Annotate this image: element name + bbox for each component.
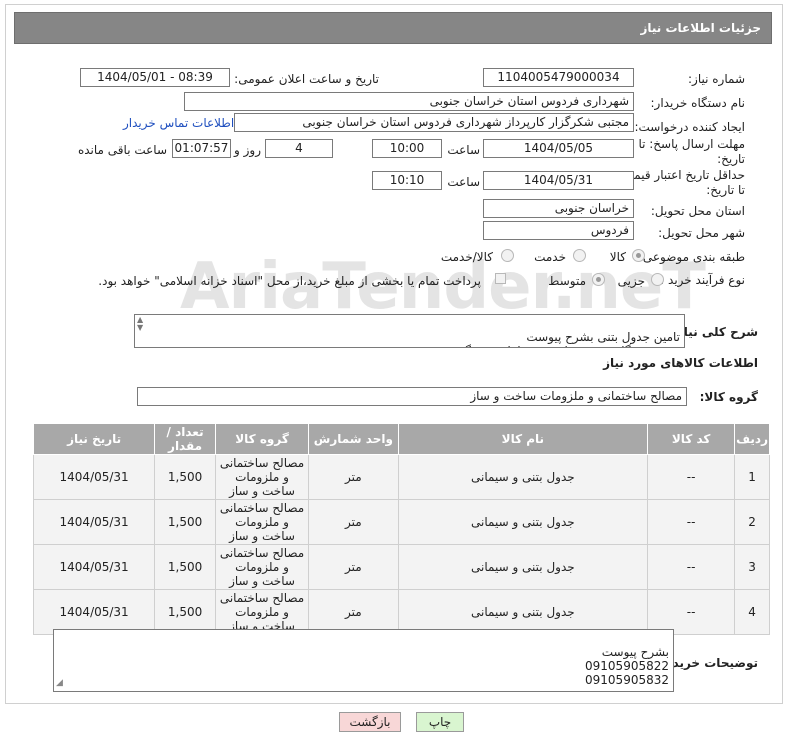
col-need-date: تاریخ نیاز <box>32 423 156 455</box>
cell-need-date: 1404/05/31 <box>32 589 156 635</box>
category-radio-goods[interactable] <box>632 249 645 262</box>
cell-need-date: 1404/05/31 <box>32 544 156 590</box>
cell-quantity: 1,500 <box>154 499 216 545</box>
cell-quantity: 1,500 <box>154 589 216 635</box>
table-header-row: ردیف کد کالا نام کالا واحد شمارش گروه کا… <box>32 423 770 455</box>
cell-row-number: 4 <box>734 589 770 635</box>
category-radio-goods-service[interactable] <box>501 249 514 262</box>
remaining-label: ساعت باقی مانده <box>77 143 167 157</box>
announce-field[interactable]: 1404/05/01 - 08:39 <box>80 68 230 87</box>
cell-item-group: مصالح ساختمانی و ملزومات ساخت و ساز <box>214 544 310 590</box>
process-radio-minor[interactable] <box>651 273 664 286</box>
print-button[interactable]: چاپ <box>416 712 464 732</box>
deadline-label-2: تاریخ: <box>717 152 745 166</box>
buyer-notes-textarea[interactable]: بشرح پیوست 09105905822 09105905832 ◢ <box>53 629 674 692</box>
resize-handle-icon[interactable]: ◢ <box>56 676 63 690</box>
col-quantity: تعداد / مقدار <box>154 423 216 455</box>
cell-item-name: جدول بتنی و سیمانی <box>397 454 649 500</box>
category-option-goods: کالا <box>609 250 626 264</box>
cell-item-group: مصالح ساختمانی و ملزومات ساخت و ساز <box>214 589 310 635</box>
cell-row-number: 3 <box>734 544 770 590</box>
deadline-date-field[interactable]: 1404/05/05 <box>483 139 634 158</box>
announce-label: تاریخ و ساعت اعلان عمومی: <box>234 72 379 86</box>
treasury-payment-checkbox[interactable] <box>495 273 506 284</box>
creator-label: ایجاد کننده درخواست: <box>634 120 745 134</box>
validity-time-label: ساعت <box>447 175 480 189</box>
cell-item-group: مصالح ساختمانی و ملزومات ساخت و ساز <box>214 499 310 545</box>
process-radio-medium[interactable] <box>592 273 605 286</box>
cell-unit: متر <box>308 589 399 635</box>
cell-item-name: جدول بتنی و سیمانی <box>397 544 649 590</box>
cell-item-code: -- <box>647 499 736 545</box>
days-label: روز و <box>234 143 261 157</box>
validity-date-field[interactable]: 1404/05/31 <box>483 171 634 190</box>
creator-field[interactable]: مجتبی شکرگزار کارپرداز شهرداری فردوس است… <box>234 113 634 132</box>
watermark: AriaTender.neT <box>180 250 706 324</box>
validity-label-2: تا تاریخ: <box>706 183 745 197</box>
summary-textarea[interactable]: تامین جدول بتنی بشرح پیوست توجه:درهنگام … <box>134 314 685 348</box>
process-label: نوع فرآیند خرید : <box>660 273 745 287</box>
page-title: جزئیات اطلاعات نیاز <box>640 21 761 35</box>
deadline-time-label: ساعت <box>447 143 480 157</box>
province-field[interactable]: خراسان جنوبی <box>483 199 634 218</box>
deadline-time-field[interactable]: 10:00 <box>372 139 442 158</box>
contact-info-link[interactable]: اطلاعات تماس خریدار <box>123 116 234 130</box>
cell-quantity: 1,500 <box>154 454 216 500</box>
cell-item-name: جدول بتنی و سیمانی <box>397 499 649 545</box>
table-row: 1 -- جدول بتنی و سیمانی متر مصالح ساختما… <box>32 454 770 500</box>
process-option-medium: متوسط <box>548 274 586 288</box>
province-label: استان محل تحویل: <box>650 204 745 218</box>
cell-unit: متر <box>308 499 399 545</box>
col-unit: واحد شمارش <box>308 423 399 455</box>
cell-row-number: 2 <box>734 499 770 545</box>
goods-group-field[interactable]: مصالح ساختمانی و ملزومات ساخت و ساز <box>137 387 687 406</box>
cell-item-code: -- <box>647 589 736 635</box>
need-number-field[interactable]: 1104005479000034 <box>483 68 634 87</box>
cell-item-code: -- <box>647 544 736 590</box>
header-bar: جزئیات اطلاعات نیاز <box>14 12 772 44</box>
cell-quantity: 1,500 <box>154 544 216 590</box>
category-option-goods-service: کالا/خدمت <box>440 250 493 264</box>
city-label: شهر محل تحویل: <box>658 226 745 240</box>
buyer-notes-text: بشرح پیوست 09105905822 09105905832 <box>585 645 669 687</box>
goods-group-label: گروه کالا: <box>699 390 758 404</box>
cell-need-date: 1404/05/31 <box>32 499 156 545</box>
city-field[interactable]: فردوس <box>483 221 634 240</box>
category-option-service: خدمت <box>534 250 566 264</box>
category-label: طبقه بندی موضوعی: <box>638 250 745 264</box>
validity-label-1: حداقل تاریخ اعتبار قیمت: <box>618 168 745 182</box>
table-row: 4 -- جدول بتنی و سیمانی متر مصالح ساختما… <box>32 589 770 635</box>
need-number-label: شماره نیاز: <box>688 72 745 86</box>
col-item-group: گروه کالا <box>214 423 310 455</box>
cell-item-name: جدول بتنی و سیمانی <box>397 589 649 635</box>
goods-info-title: اطلاعات کالاهای مورد نیاز <box>603 356 758 370</box>
buyer-org-field[interactable]: شهرداری فردوس استان خراسان جنوبی <box>184 92 634 111</box>
summary-text: تامین جدول بتنی بشرح پیوست توجه:درهنگام … <box>444 330 680 347</box>
validity-time-field[interactable]: 10:10 <box>372 171 442 190</box>
table-row: 2 -- جدول بتنی و سیمانی متر مصالح ساختما… <box>32 499 770 545</box>
days-field[interactable]: 4 <box>265 139 333 158</box>
col-item-code: کد کالا <box>647 423 736 455</box>
remaining-time-field[interactable]: 01:07:57 <box>172 139 231 158</box>
scroll-arrows-icon[interactable]: ▲ ▼ <box>137 316 143 332</box>
buyer-org-label: نام دستگاه خریدار: <box>650 96 746 110</box>
col-row-number: ردیف <box>734 423 770 455</box>
treasury-payment-note: پرداخت تمام یا بخشی از مبلغ خرید،از محل … <box>98 274 481 288</box>
cell-item-code: -- <box>647 454 736 500</box>
cell-unit: متر <box>308 454 399 500</box>
process-option-minor: جزیی <box>617 274 645 288</box>
table-row: 3 -- جدول بتنی و سیمانی متر مصالح ساختما… <box>32 544 770 590</box>
col-item-name: نام کالا <box>397 423 649 455</box>
cell-row-number: 1 <box>734 454 770 500</box>
cell-item-group: مصالح ساختمانی و ملزومات ساخت و ساز <box>214 454 310 500</box>
category-radio-service[interactable] <box>573 249 586 262</box>
back-button[interactable]: بازگشت <box>339 712 401 732</box>
cell-unit: متر <box>308 544 399 590</box>
cell-need-date: 1404/05/31 <box>32 454 156 500</box>
deadline-label-1: مهلت ارسال پاسخ: تا <box>638 137 745 151</box>
items-table: ردیف کد کالا نام کالا واحد شمارش گروه کا… <box>32 423 770 635</box>
